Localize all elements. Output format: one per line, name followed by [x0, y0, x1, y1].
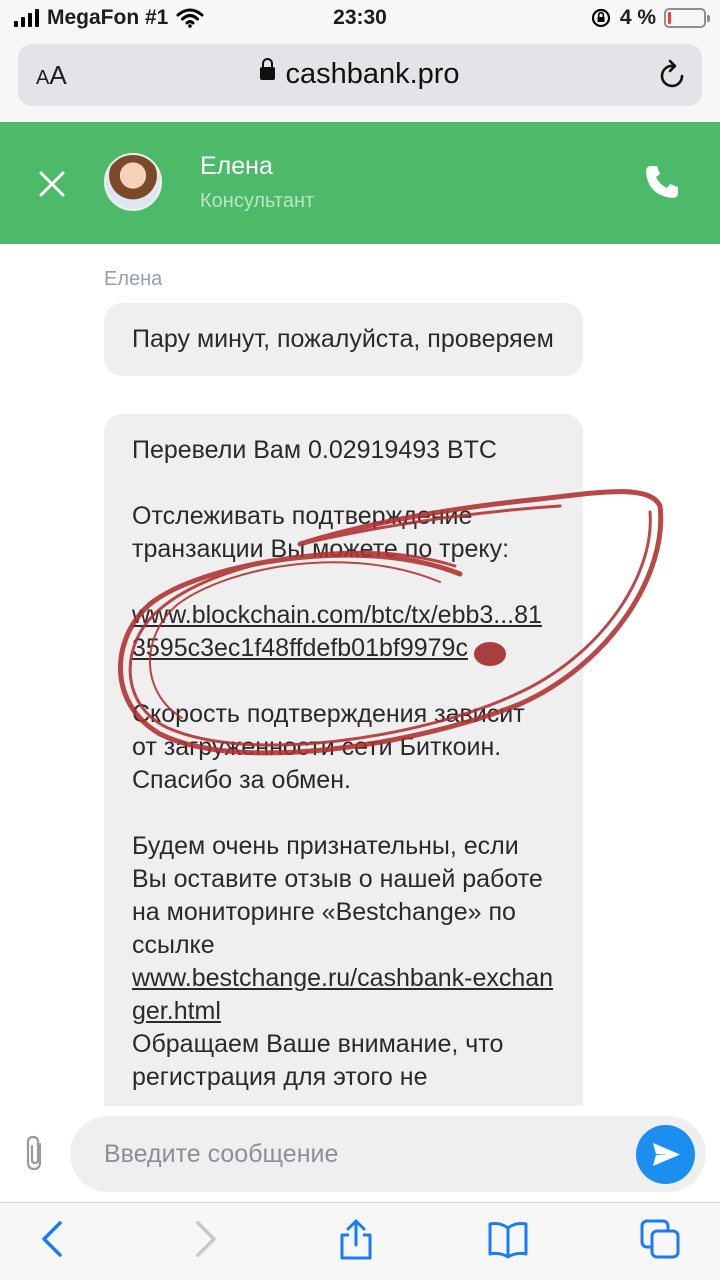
- message-bubble: Пару минут, пожалуйста, проверяем: [104, 303, 583, 376]
- url-text: cashbank.pro: [285, 58, 460, 90]
- message-input-bar: [0, 1106, 720, 1202]
- status-right: 4 %: [590, 6, 710, 30]
- message-text: Обращаем Ваше внимание, что регистрация …: [132, 1030, 504, 1091]
- message-text: Будем очень признательны, если Вы остави…: [132, 832, 543, 959]
- agent-role: Консультант: [200, 190, 315, 212]
- review-link[interactable]: www.bestchange.ru/cashbank-exchanger.htm…: [132, 964, 553, 1025]
- agent-name: Елена: [200, 152, 273, 180]
- transaction-link[interactable]: www.blockchain.com/btc/tx/ebb3...813595c…: [132, 601, 542, 662]
- close-chat-button[interactable]: [30, 162, 74, 206]
- chat-header: Елена Консультант: [0, 122, 720, 244]
- bookmarks-book-icon[interactable]: [486, 1217, 530, 1261]
- agent-avatar: [104, 153, 162, 211]
- send-button[interactable]: [636, 1125, 695, 1184]
- battery-percent: 4 %: [619, 6, 656, 29]
- message-text: Отслеживать подтверждение транзакции Вы …: [132, 502, 510, 563]
- lock-icon: [260, 57, 276, 80]
- message-text: Перевели Вам 0.02919493 BTC: [132, 436, 497, 464]
- message-text: Пару минут, пожалуйста, проверяем: [132, 325, 554, 353]
- message-text: Скорость подтверждения зависит от загруж…: [132, 700, 525, 794]
- forward-chevron-icon[interactable]: [182, 1217, 226, 1261]
- back-chevron-icon[interactable]: [32, 1217, 76, 1261]
- message-sender-name: Елена: [104, 268, 163, 290]
- browser-address-area: AA cashbank.pro: [0, 40, 720, 122]
- address-bar[interactable]: AA cashbank.pro: [18, 44, 702, 106]
- battery-icon: [664, 8, 710, 28]
- message-bubble: Перевели Вам 0.02919493 BTC Отслеживать …: [104, 414, 583, 1106]
- message-input[interactable]: [70, 1116, 706, 1192]
- status-bar: MegaFon #1 23:30 4 %: [0, 0, 720, 40]
- share-icon[interactable]: [334, 1217, 378, 1261]
- url-display[interactable]: cashbank.pro: [18, 57, 702, 91]
- attach-paperclip-icon[interactable]: [20, 1134, 52, 1174]
- orientation-lock-icon: [591, 8, 610, 28]
- chat-messages[interactable]: Елена Пару минут, пожалуйста, проверяем …: [0, 244, 720, 1106]
- tabs-icon[interactable]: [638, 1217, 682, 1261]
- reload-icon[interactable]: [658, 58, 688, 90]
- browser-toolbar: [0, 1202, 720, 1280]
- phone-call-button[interactable]: [642, 162, 682, 202]
- send-arrow-icon: [653, 1143, 680, 1166]
